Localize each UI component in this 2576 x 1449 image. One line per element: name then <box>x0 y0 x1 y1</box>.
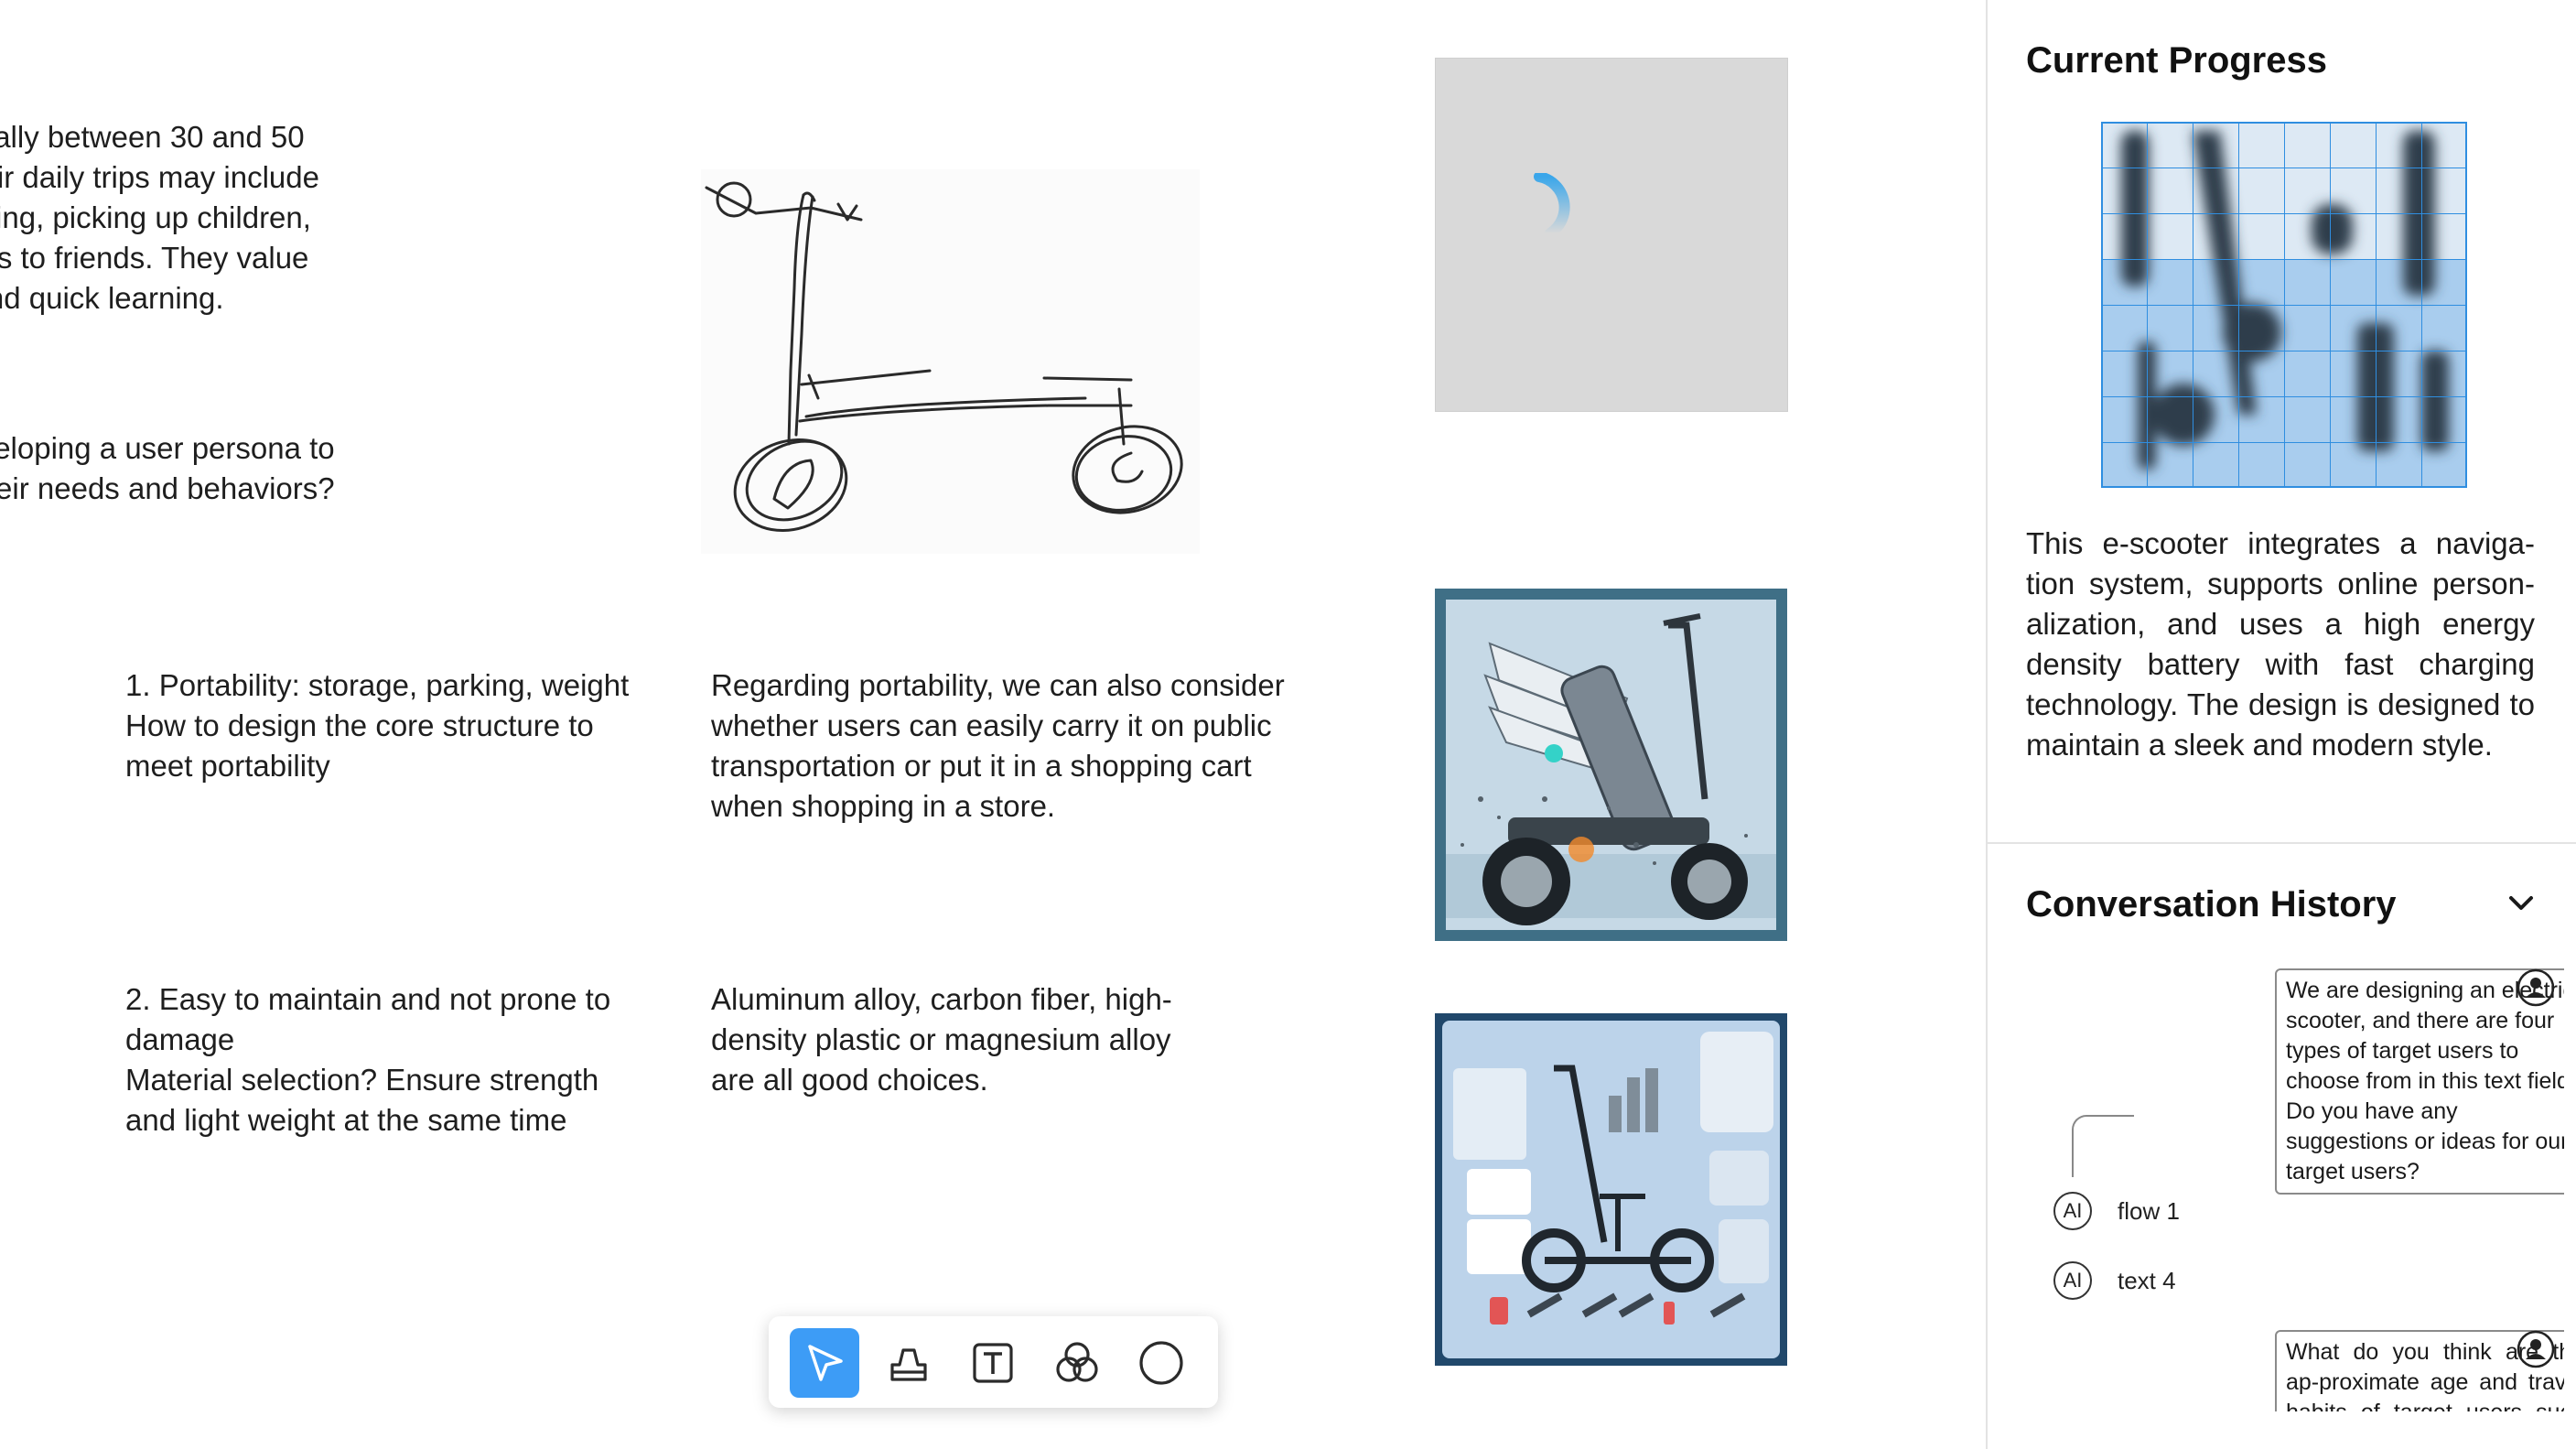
chevron-down-icon[interactable] <box>2506 888 2537 919</box>
text-line: 2. Easy to maintain and not prone to <box>125 982 611 1016</box>
ai-avatar-icon: AI <box>2053 1261 2092 1300</box>
blend-circles-icon <box>1056 1342 1098 1382</box>
text-line: density plastic or magnesium alloy <box>711 1022 1171 1056</box>
drawing-toolbar <box>769 1316 1218 1408</box>
persona-text-block[interactable]: usually between 30 and 50 Their daily tr… <box>0 117 396 319</box>
conversation-history-title: Conversation History <box>2026 884 2397 925</box>
text-line: visits to friends. They value <box>0 241 309 275</box>
panel-divider <box>1988 842 2576 844</box>
eraser-icon <box>890 1348 927 1381</box>
blend-tool-button[interactable] <box>1042 1328 1112 1398</box>
loading-spinner-icon <box>1534 173 1570 237</box>
question-text-block[interactable]: developing a user persona to d their nee… <box>0 428 404 509</box>
text-line: How to design the core structure to <box>125 708 594 742</box>
text-line: Their daily trips may include <box>0 160 319 194</box>
text-line: opping, picking up children, <box>0 200 311 234</box>
whiteboard-canvas[interactable]: usually between 30 and 50 Their daily tr… <box>0 0 1986 1449</box>
question-note-portability[interactable]: 1. Portability: storage, parking, weight… <box>125 665 666 786</box>
text-line: meet portability <box>125 749 330 783</box>
user-avatar-icon <box>2517 968 2555 1007</box>
text-line: developing a user persona to <box>0 431 335 465</box>
progress-preview-image <box>2101 122 2467 488</box>
text-line: when shopping in a store. <box>711 789 1056 823</box>
text-line: transportation or put it in a shopping c… <box>711 749 1252 783</box>
text-line: Material selection? Ensure strength <box>125 1063 599 1097</box>
text-line: 1. Portability: storage, parking, weight <box>125 668 630 702</box>
select-tool-button[interactable] <box>790 1328 859 1398</box>
text-tool-button[interactable] <box>958 1328 1028 1398</box>
text-line: are all good choices. <box>711 1063 988 1097</box>
generated-scooter-image-poster[interactable] <box>1435 1013 1787 1366</box>
thread-connector-line <box>2072 1115 2134 1177</box>
circle-shape-icon <box>1139 1341 1183 1385</box>
side-panel: Current Progress This e-scooter integrat… <box>1986 0 2576 1449</box>
answer-note-materials[interactable]: Aluminum alloy, carbon fiber, high- dens… <box>711 979 1315 1100</box>
current-progress-title: Current Progress <box>2026 40 2327 81</box>
scooter-sketch[interactable] <box>701 169 1200 554</box>
text-line: whether users can easily carry it on pub… <box>711 708 1272 742</box>
text-line: Regarding portability, we can also consi… <box>711 668 1285 702</box>
eraser-tool-button[interactable] <box>874 1328 943 1398</box>
pointer-icon <box>808 1345 843 1381</box>
text-line: damage <box>125 1022 235 1056</box>
text-line: e and quick learning. <box>0 281 224 315</box>
conversation-history-list[interactable]: We are designing an electric scooter, an… <box>2015 952 2564 1411</box>
text-tool-icon <box>973 1343 1013 1383</box>
text-line: Aluminum alloy, carbon fiber, high- <box>711 982 1172 1016</box>
text-line: d their needs and behaviors? <box>0 471 335 505</box>
answer-note-portability[interactable]: Regarding portability, we can also consi… <box>711 665 1315 827</box>
generating-image-placeholder <box>1435 58 1788 412</box>
ai-history-item-flow[interactable]: flow 1 <box>2118 1194 2180 1228</box>
ai-history-item-text[interactable]: text 4 <box>2118 1263 2176 1298</box>
text-line: usually between 30 and 50 <box>0 120 305 154</box>
generated-scooter-image-winged[interactable] <box>1435 589 1787 941</box>
question-note-maintenance[interactable]: 2. Easy to maintain and not prone to dam… <box>125 979 666 1141</box>
circle-tool-button[interactable] <box>1126 1328 1196 1398</box>
progress-description: This e-scooter integrates a naviga-tion … <box>2026 526 2535 762</box>
user-avatar-icon <box>2517 1330 2555 1368</box>
text-line: and light weight at the same time <box>125 1103 567 1137</box>
ai-avatar-icon: AI <box>2053 1192 2092 1230</box>
